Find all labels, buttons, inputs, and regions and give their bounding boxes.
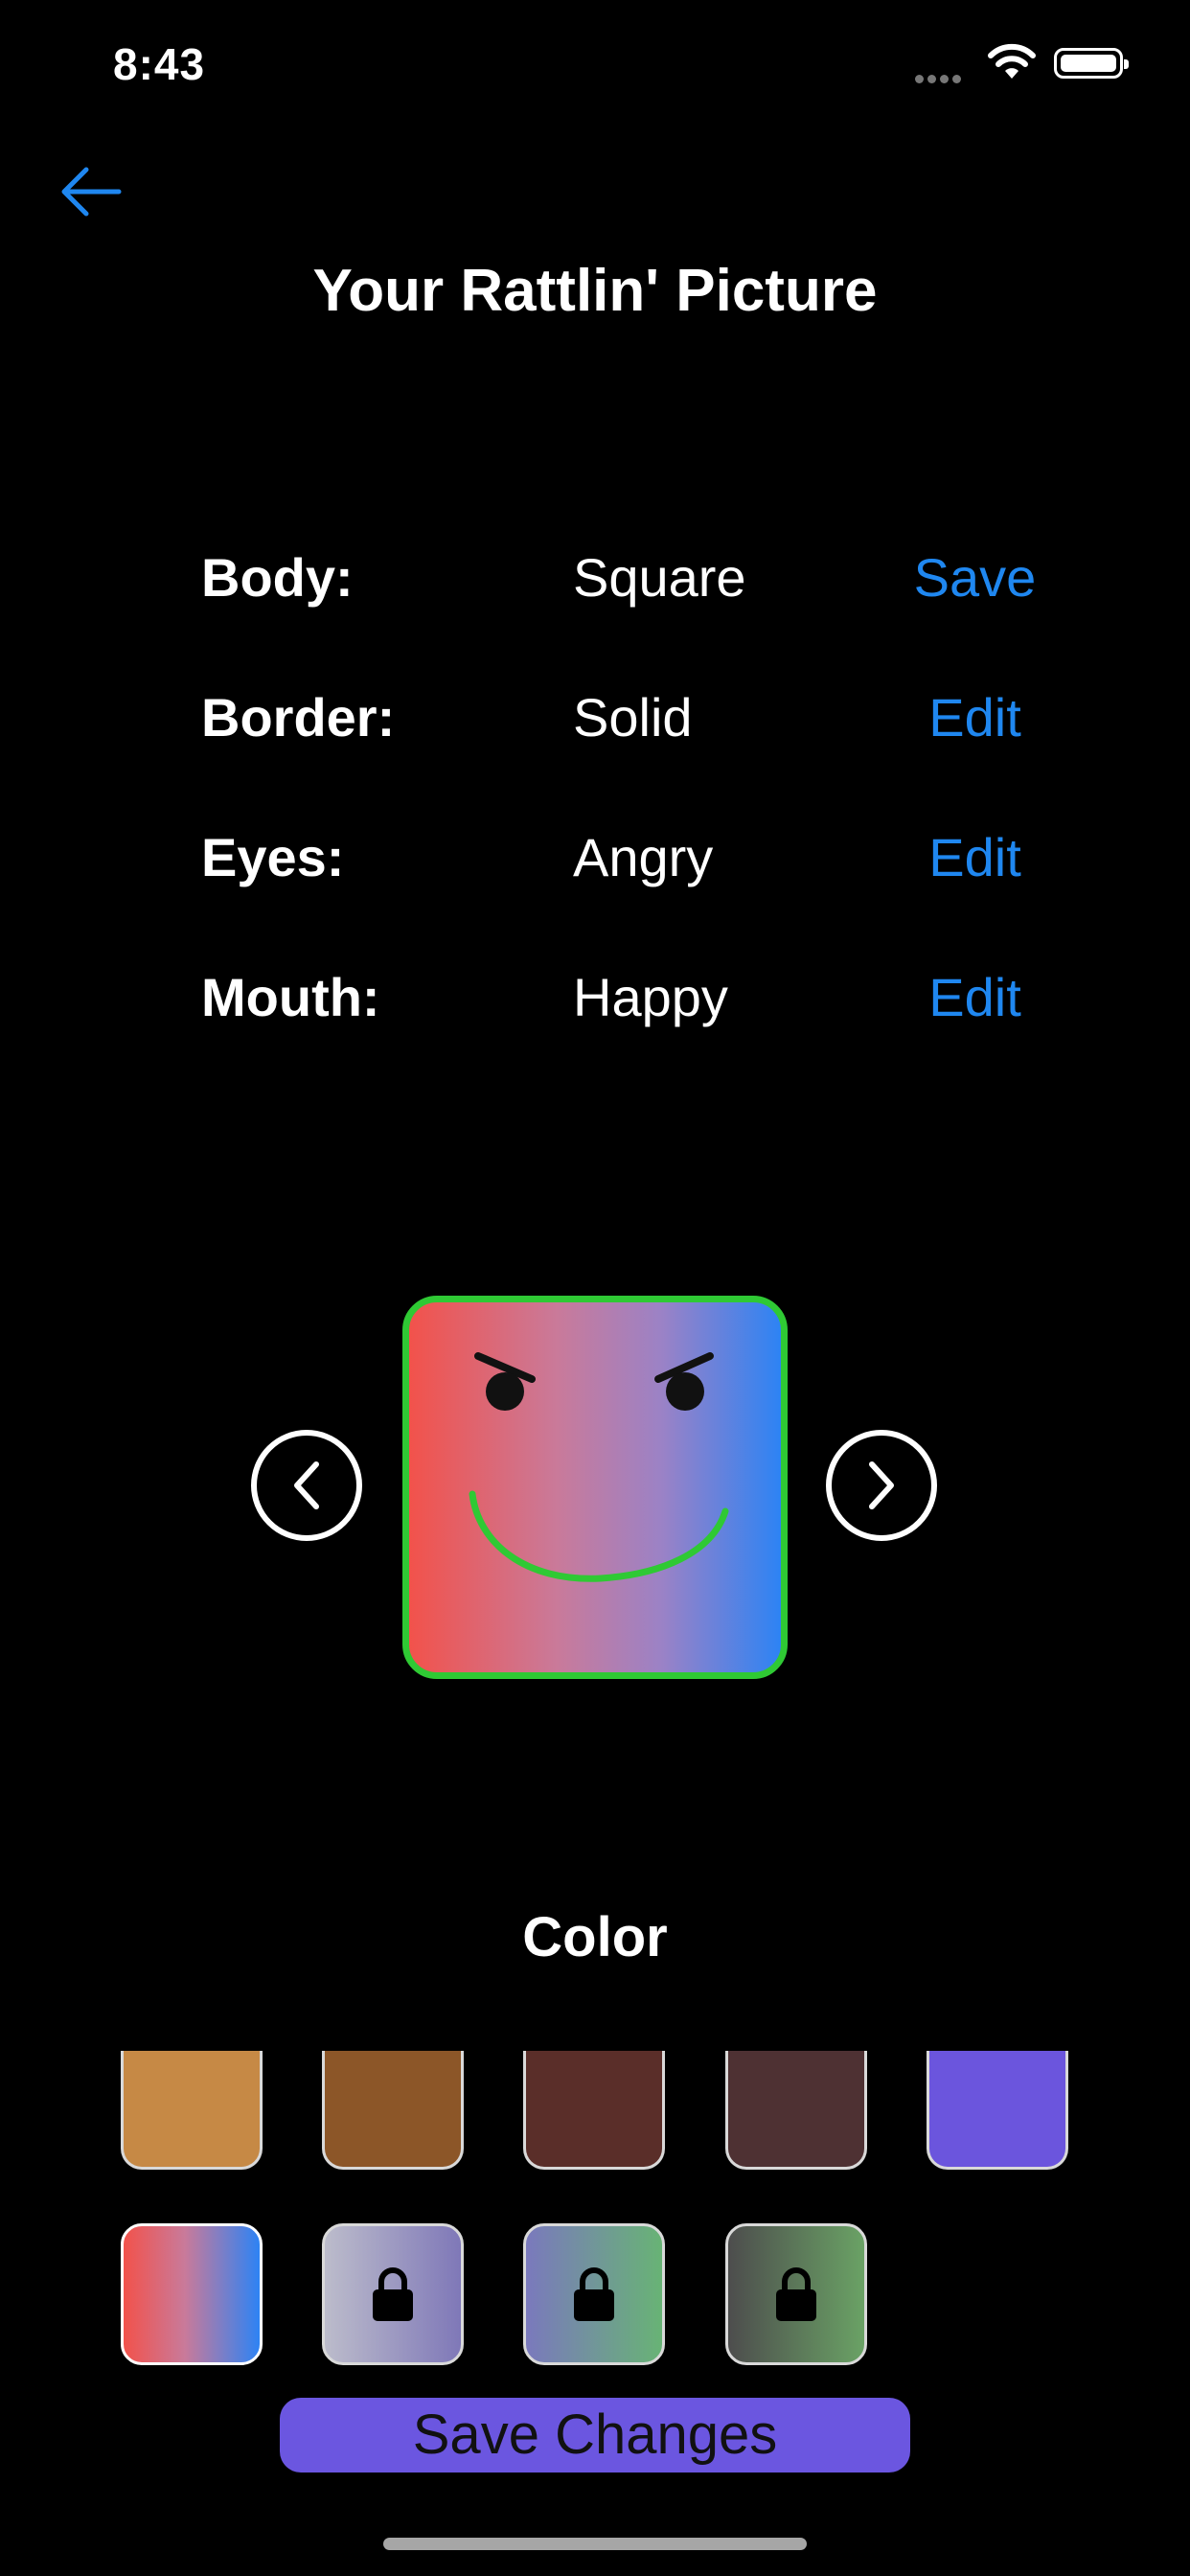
wifi-icon bbox=[987, 42, 1037, 85]
color-heading: Color bbox=[522, 1906, 668, 1968]
status-time: 8:43 bbox=[113, 39, 206, 89]
mouth-label: Mouth: bbox=[201, 967, 380, 1027]
save-changes-button[interactable]: Save Changes bbox=[280, 2398, 910, 2472]
chevron-left-icon bbox=[294, 1461, 319, 1509]
chevron-right-icon bbox=[869, 1461, 894, 1509]
lock-icon bbox=[574, 2267, 614, 2321]
body-save-button[interactable]: Save bbox=[862, 546, 1087, 609]
color-swatch-purple-green-gradient-locked[interactable] bbox=[523, 2223, 665, 2365]
battery-icon bbox=[1054, 48, 1129, 79]
eyes-edit-button[interactable]: Edit bbox=[862, 826, 1087, 888]
color-swatch-tan[interactable] bbox=[121, 2051, 263, 2170]
lock-icon bbox=[373, 2267, 413, 2321]
mouth-value: Happy bbox=[573, 967, 728, 1027]
right-eye bbox=[666, 1372, 704, 1411]
border-label: Border: bbox=[201, 687, 396, 748]
happy-mouth bbox=[469, 1490, 729, 1582]
color-swatch-red-blue-gradient[interactable] bbox=[121, 2223, 263, 2365]
back-arrow-icon[interactable] bbox=[57, 158, 125, 225]
color-swatch-gray-green-gradient-locked[interactable] bbox=[725, 2223, 867, 2365]
color-swatch-silver-gradient-locked[interactable] bbox=[322, 2223, 464, 2365]
left-eye bbox=[486, 1372, 524, 1411]
next-button[interactable] bbox=[826, 1430, 937, 1541]
mouth-edit-button[interactable]: Edit bbox=[862, 966, 1087, 1028]
page-title: Your Rattlin' Picture bbox=[312, 258, 878, 324]
eyes-label: Eyes: bbox=[201, 827, 345, 887]
avatar-face bbox=[469, 1352, 729, 1582]
border-edit-button[interactable]: Edit bbox=[862, 686, 1087, 748]
home-indicator[interactable] bbox=[383, 2538, 807, 2550]
cellular-signal-icon bbox=[915, 71, 965, 88]
color-swatch-dark-brown[interactable] bbox=[523, 2051, 665, 2170]
body-label: Body: bbox=[201, 547, 354, 608]
eyes-value: Angry bbox=[573, 827, 714, 887]
avatar-preview bbox=[402, 1296, 788, 1679]
previous-button[interactable] bbox=[251, 1430, 362, 1541]
border-value: Solid bbox=[573, 687, 693, 748]
color-swatch-brown[interactable] bbox=[322, 2051, 464, 2170]
lock-icon bbox=[776, 2267, 816, 2321]
color-swatch-maroon[interactable] bbox=[725, 2051, 867, 2170]
body-value: Square bbox=[573, 547, 746, 608]
color-swatch-purple[interactable] bbox=[927, 2051, 1068, 2170]
